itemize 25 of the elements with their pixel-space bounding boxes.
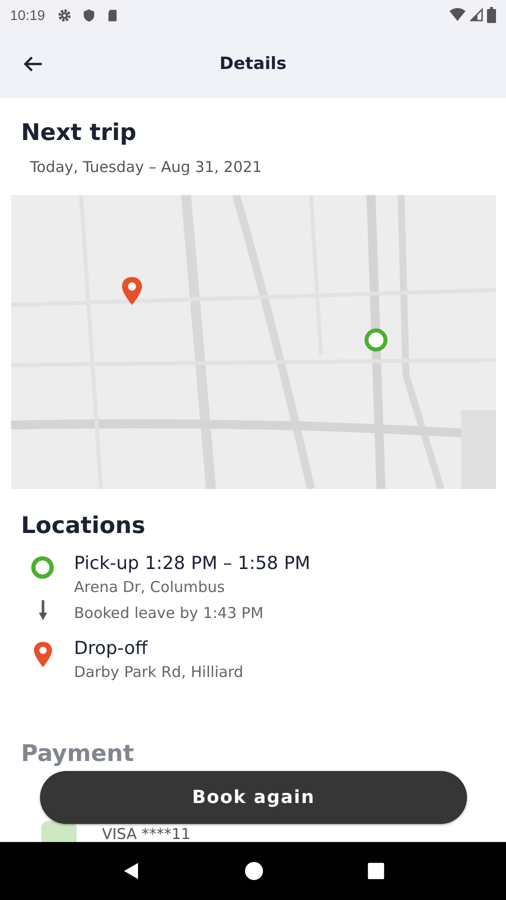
location-title: Pick-up 1:28 PM – 1:58 PM <box>74 553 310 574</box>
section-heading: Payment <box>20 741 135 767</box>
card-number: VISA ****11 <box>102 826 191 842</box>
wifi-icon <box>449 8 466 22</box>
shield-icon <box>82 8 96 22</box>
trip-date: Today, Tuesday – Aug 31, 2021 <box>29 157 263 176</box>
sd-card-icon <box>106 8 120 22</box>
pickup-circle-icon <box>30 555 55 580</box>
map-pin-icon <box>120 275 144 307</box>
pickup-marker-icon <box>363 327 389 353</box>
departure-note: Booked leave by 1:43 PM <box>74 604 264 622</box>
location-pin-icon <box>32 640 54 669</box>
screen-title: Details <box>219 54 286 74</box>
section-heading: Next trip <box>20 119 138 146</box>
section-heading: Locations <box>20 512 146 539</box>
home-icon[interactable] <box>244 861 264 881</box>
location-title: Drop-off <box>74 638 149 659</box>
location-address: Darby Park Rd, Hilliard <box>74 663 244 681</box>
battery-icon <box>487 7 496 23</box>
book-again-button[interactable]: Book again <box>40 771 467 824</box>
recents-icon[interactable] <box>366 862 385 880</box>
location-address: Arena Dr, Columbus <box>74 578 226 596</box>
signal-icon <box>470 8 483 22</box>
status-time: 10:19 <box>10 7 46 23</box>
gear-icon <box>57 8 72 22</box>
